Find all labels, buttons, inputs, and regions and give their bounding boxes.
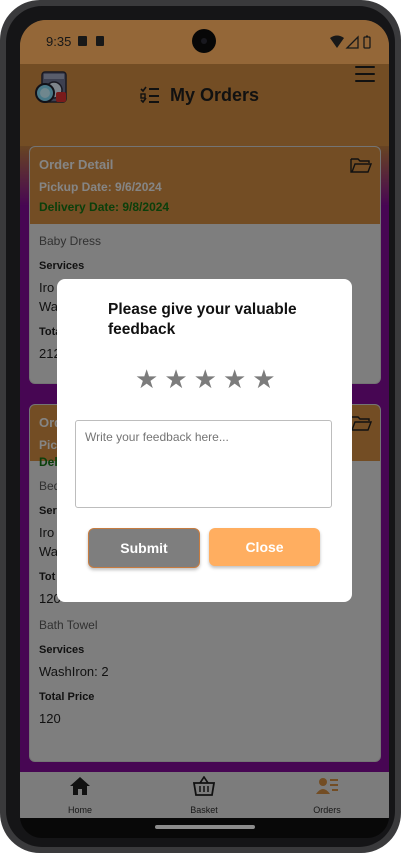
star-icon[interactable]: ★ xyxy=(223,365,246,393)
phone-frame: 9:35 My Orders Order Detail Pickup Date:… xyxy=(0,0,401,853)
submit-button[interactable]: Submit xyxy=(88,528,200,568)
feedback-dialog: Please give your valuable feedback ★ ★ ★… xyxy=(57,279,352,602)
screen: 9:35 My Orders Order Detail Pickup Date:… xyxy=(20,20,389,838)
phone-bezel: 9:35 My Orders Order Detail Pickup Date:… xyxy=(6,6,395,847)
star-icon[interactable]: ★ xyxy=(252,365,275,393)
close-button[interactable]: Close xyxy=(209,528,320,566)
star-rating: ★ ★ ★ ★ ★ xyxy=(135,365,276,393)
feedback-input[interactable] xyxy=(75,420,332,508)
star-icon[interactable]: ★ xyxy=(135,365,158,393)
dialog-title: Please give your valuable feedback xyxy=(108,301,297,338)
star-icon[interactable]: ★ xyxy=(194,365,217,393)
star-icon[interactable]: ★ xyxy=(164,365,187,393)
